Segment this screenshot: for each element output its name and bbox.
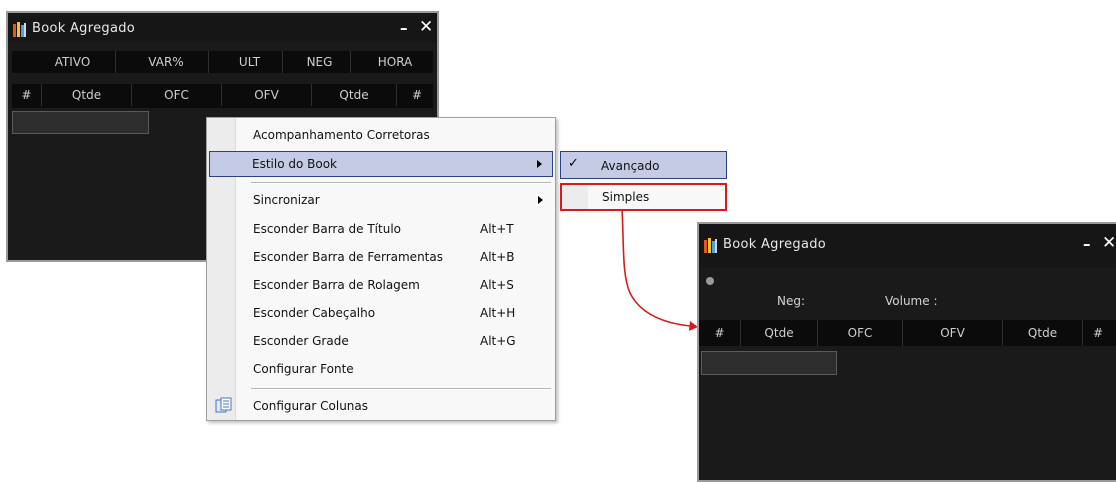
- column-header[interactable]: #: [12, 84, 42, 106]
- column-header[interactable]: OFV: [903, 320, 1003, 346]
- columns-config-icon: [215, 397, 232, 413]
- column-header[interactable]: OFC: [818, 320, 903, 346]
- asset-input[interactable]: [12, 111, 149, 134]
- menu-item-label: Esconder Cabeçalho: [253, 306, 376, 320]
- asset-input[interactable]: [701, 351, 837, 375]
- check-icon: ✓: [568, 156, 579, 171]
- menu-item-label: Sincronizar: [253, 193, 320, 207]
- column-header[interactable]: Qtde: [312, 84, 397, 106]
- menu-item-estilo-do-book[interactable]: Estilo do Book: [209, 151, 553, 177]
- column-header[interactable]: OFV: [222, 84, 312, 106]
- menu-item-sincronizar[interactable]: Sincronizar: [209, 187, 553, 213]
- column-header[interactable]: ULT: [217, 51, 283, 73]
- column-header[interactable]: Qtde: [741, 320, 818, 346]
- menu-item-esconder-cabecalho[interactable]: Esconder Cabeçalho Alt+H: [209, 300, 553, 326]
- menu-item-esconder-barra-rolagem[interactable]: Esconder Barra de Rolagem Alt+S: [209, 272, 553, 298]
- close-icon[interactable]: ✕: [419, 17, 433, 37]
- window-title: Book Agregado: [723, 237, 827, 252]
- menu-separator: [251, 182, 551, 184]
- book-header-row: # Qtde OFC OFV Qtde #: [12, 84, 433, 108]
- menu-item-shortcut: Alt+B: [480, 250, 515, 264]
- column-header[interactable]: VAR%: [124, 51, 209, 73]
- volume-label: Volume :: [885, 294, 938, 308]
- menu-item-label: Esconder Barra de Ferramentas: [253, 250, 443, 264]
- book-window-simple: Book Agregado – ✕ Neg: Volume : # Qtde O…: [697, 222, 1116, 482]
- column-header[interactable]: #: [1083, 320, 1113, 346]
- submenu-item-label: Simples: [602, 190, 650, 204]
- book-style-submenu: ✓ Avançado Simples: [560, 151, 727, 211]
- arrow-right-icon: [537, 160, 542, 168]
- submenu-item-label: Avançado: [601, 159, 660, 173]
- book-header-row: # Qtde OFC OFV Qtde #: [699, 320, 1116, 346]
- menu-item-shortcut: Alt+H: [480, 306, 516, 320]
- asset-header-row: ATIVO VAR% ULT NEG HORA: [12, 51, 433, 73]
- minimize-icon[interactable]: –: [400, 19, 408, 37]
- menu-item-shortcut: Alt+G: [480, 334, 516, 348]
- menu-item-esconder-barra-titulo[interactable]: Esconder Barra de Título Alt+T: [209, 216, 553, 242]
- menu-item-label: Estilo do Book: [252, 157, 338, 171]
- menu-item-shortcut: Alt+S: [480, 278, 514, 292]
- book-icon: [704, 238, 718, 253]
- column-header[interactable]: HORA: [355, 51, 435, 73]
- menu-item-label: Acompanhamento Corretoras: [253, 128, 430, 142]
- menu-item-shortcut: Alt+T: [480, 222, 514, 236]
- menu-item-label: Esconder Grade: [253, 334, 349, 348]
- menu-item-esconder-barra-ferramentas[interactable]: Esconder Barra de Ferramentas Alt+B: [209, 244, 553, 270]
- menu-gutter: [562, 185, 588, 209]
- menu-separator: [251, 388, 551, 390]
- column-header[interactable]: OFC: [132, 84, 222, 106]
- context-menu: Acompanhamento Corretoras Estilo do Book…: [206, 117, 556, 421]
- menu-item-label: Esconder Barra de Rolagem: [253, 278, 420, 292]
- status-dot: [706, 277, 714, 285]
- menu-item-configurar-fonte[interactable]: Configurar Fonte: [209, 356, 553, 382]
- column-header[interactable]: Qtde: [42, 84, 132, 106]
- column-header[interactable]: #: [699, 320, 741, 346]
- neg-label: Neg:: [777, 294, 806, 308]
- column-header[interactable]: #: [397, 84, 437, 106]
- title-bar[interactable]: Book Agregado – ✕: [699, 224, 1116, 268]
- menu-item-label: Configurar Colunas: [253, 399, 369, 413]
- annotation-arrow: [621, 208, 698, 331]
- column-header[interactable]: NEG: [289, 51, 351, 73]
- menu-item-esconder-grade[interactable]: Esconder Grade Alt+G: [209, 328, 553, 354]
- close-icon[interactable]: ✕: [1102, 233, 1116, 253]
- minimize-icon[interactable]: –: [1083, 235, 1091, 253]
- window-title: Book Agregado: [32, 21, 136, 36]
- arrow-right-icon: [538, 196, 543, 204]
- book-icon: [13, 22, 27, 37]
- title-bar[interactable]: Book Agregado – ✕: [8, 13, 437, 42]
- column-header[interactable]: ATIVO: [30, 51, 116, 73]
- menu-item-label: Esconder Barra de Título: [253, 222, 402, 236]
- column-header[interactable]: Qtde: [1003, 320, 1083, 346]
- menu-item-acompanhamento-corretoras[interactable]: Acompanhamento Corretoras: [209, 122, 553, 148]
- menu-item-configurar-colunas[interactable]: Configurar Colunas: [209, 393, 553, 419]
- menu-item-label: Configurar Fonte: [253, 362, 354, 376]
- submenu-item-avancado[interactable]: ✓ Avançado: [560, 151, 727, 179]
